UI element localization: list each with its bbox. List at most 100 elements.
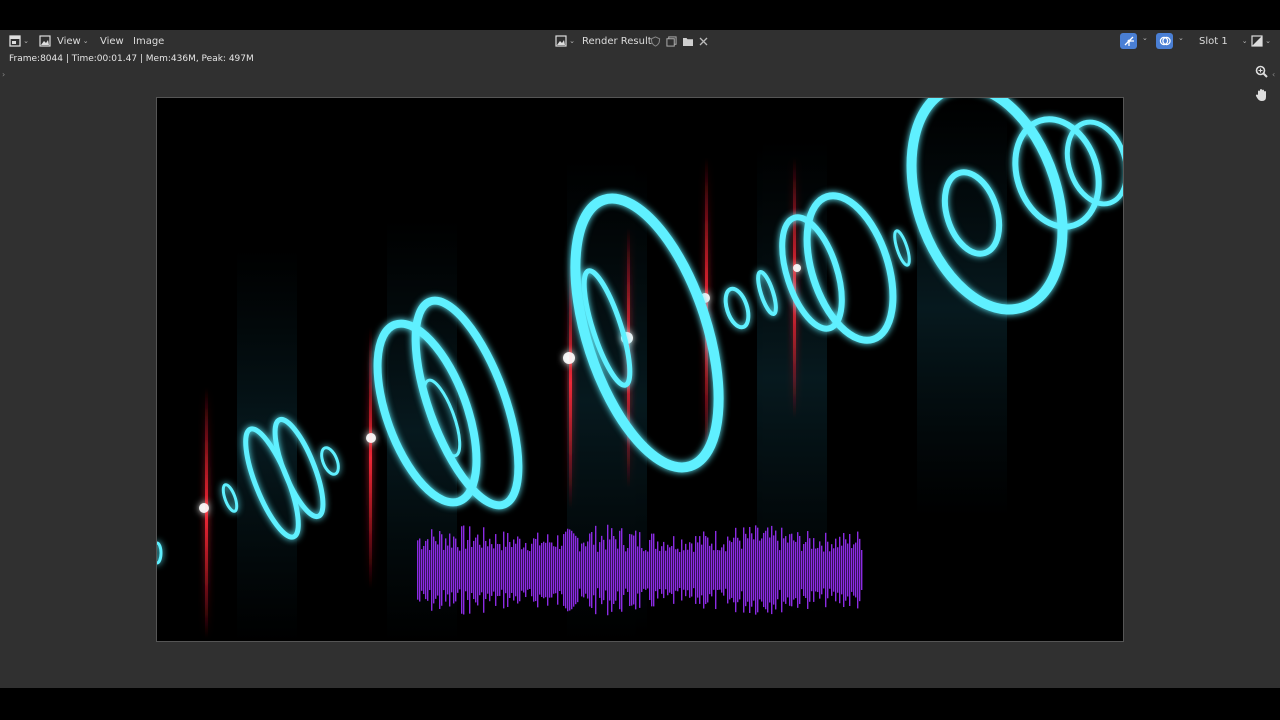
waveform-bar: [545, 542, 547, 598]
waveform-bar: [815, 548, 817, 592]
waveform-bar: [729, 540, 731, 600]
waveform-bar: [781, 527, 783, 613]
channels-icon: [1251, 35, 1263, 47]
waveform-bar: [853, 544, 855, 596]
waveform-bar: [451, 547, 453, 593]
open-image-button[interactable]: [681, 33, 694, 49]
waveform-bar: [551, 542, 553, 598]
editor-type-button[interactable]: ⌄: [8, 33, 30, 49]
image-browse-icon: [555, 35, 567, 47]
waveform-bar: [823, 551, 825, 589]
waveform-bar: [695, 536, 697, 604]
waveform-bar: [521, 549, 523, 591]
waveform-bar: [437, 544, 439, 596]
waveform-bar: [483, 527, 485, 613]
waveform-bar: [751, 533, 753, 607]
image-browse-button[interactable]: ⌄: [554, 33, 576, 49]
waveform-bar: [787, 542, 789, 598]
waveform-bar: [771, 525, 773, 615]
channels-dropdown[interactable]: ⌄: [1250, 33, 1272, 49]
waveform-bar: [641, 548, 643, 592]
chevron-down-icon[interactable]: ⌄: [1142, 34, 1148, 42]
waveform-bar: [709, 545, 711, 595]
waveform-bar: [417, 540, 419, 600]
waveform-bar: [433, 536, 435, 604]
waveform-bar: [841, 545, 843, 595]
gizmo-icon: [1124, 36, 1134, 46]
waveform-bar: [847, 543, 849, 597]
view-dropdown[interactable]: View ⌄: [57, 30, 89, 52]
waveform-bar: [677, 548, 679, 592]
waveform-bar: [629, 533, 631, 607]
sidebar-expand-arrow[interactable]: ‹: [1272, 70, 1275, 79]
waveform-bar: [757, 527, 759, 613]
waveform-bar: [581, 543, 583, 597]
waveform-bar: [621, 528, 623, 612]
waveform-bar: [495, 534, 497, 606]
unlink-button[interactable]: [697, 33, 710, 49]
image-editor[interactable]: ⌄ View ⌄ View Image ⌄ Render Result ⌄ ⌄ …: [0, 30, 1280, 688]
slot-dropdown[interactable]: Slot 1 ⌄: [1199, 30, 1248, 52]
waveform-bar: [557, 535, 559, 605]
waveform-bar: [711, 543, 713, 597]
waveform-bar: [681, 539, 683, 601]
waveform-bar: [505, 546, 507, 594]
waveform-bar: [607, 524, 609, 616]
display-mode-button[interactable]: [38, 33, 52, 49]
waveform-bar: [531, 543, 533, 597]
waveform-bar: [661, 546, 663, 594]
waveform-bar: [697, 542, 699, 598]
toolbar-expand-arrow[interactable]: ›: [2, 70, 5, 79]
zoom-icon: [1255, 65, 1268, 78]
image-name-field[interactable]: Render Result: [582, 30, 652, 52]
waveform-bar: [501, 550, 503, 590]
pan-tool[interactable]: [1252, 86, 1270, 104]
waveform-bar: [639, 532, 641, 608]
waveform-bar: [693, 551, 695, 589]
waveform-bar: [777, 540, 779, 600]
menu-image[interactable]: Image: [133, 30, 164, 52]
waveform-bar: [541, 543, 543, 597]
waveform-bar: [535, 538, 537, 602]
waveform-bar: [459, 550, 461, 590]
waveform-bar: [819, 541, 821, 599]
new-image-button[interactable]: [665, 33, 678, 49]
fake-user-button[interactable]: [649, 33, 662, 49]
waveform-bar: [685, 543, 687, 597]
render-result-image[interactable]: [156, 97, 1124, 642]
waveform-bar: [479, 544, 481, 596]
waveform-bar: [465, 548, 467, 592]
waveform-bar: [493, 548, 495, 592]
waveform-bar: [741, 548, 743, 592]
waveform-bar: [427, 539, 429, 601]
waveform-bar: [563, 534, 565, 606]
waveform-bar: [727, 536, 729, 604]
chevron-down-icon[interactable]: ⌄: [1178, 34, 1184, 42]
waveform-bar: [755, 525, 757, 615]
waveform-bar: [683, 550, 685, 590]
waveform-bar: [617, 548, 619, 592]
waveform-bar: [503, 531, 505, 609]
waveform-bar: [809, 538, 811, 602]
waveform-bar: [791, 533, 793, 607]
waveform-bar: [649, 539, 651, 601]
view-dropdown-label: View: [57, 35, 81, 47]
hand-icon: [1255, 89, 1266, 101]
waveform-bar: [481, 547, 483, 593]
image-editor-icon: [9, 35, 21, 47]
menu-view[interactable]: View: [100, 30, 124, 52]
waveform-bar: [619, 530, 621, 610]
waveform-bar: [603, 539, 605, 601]
waveform-bar: [463, 525, 465, 615]
waveform-bar: [689, 542, 691, 598]
zoom-tool[interactable]: [1252, 62, 1270, 80]
overlay-toggle[interactable]: [1156, 33, 1173, 49]
waveform-bar: [631, 534, 633, 606]
waveform-bar: [441, 534, 443, 606]
waveform-bar: [587, 541, 589, 599]
gizmo-toggle[interactable]: [1120, 33, 1137, 49]
waveform-bar: [769, 537, 771, 603]
waveform-bar: [469, 526, 471, 614]
waveform-bar: [537, 532, 539, 608]
waveform-bar: [595, 525, 597, 615]
